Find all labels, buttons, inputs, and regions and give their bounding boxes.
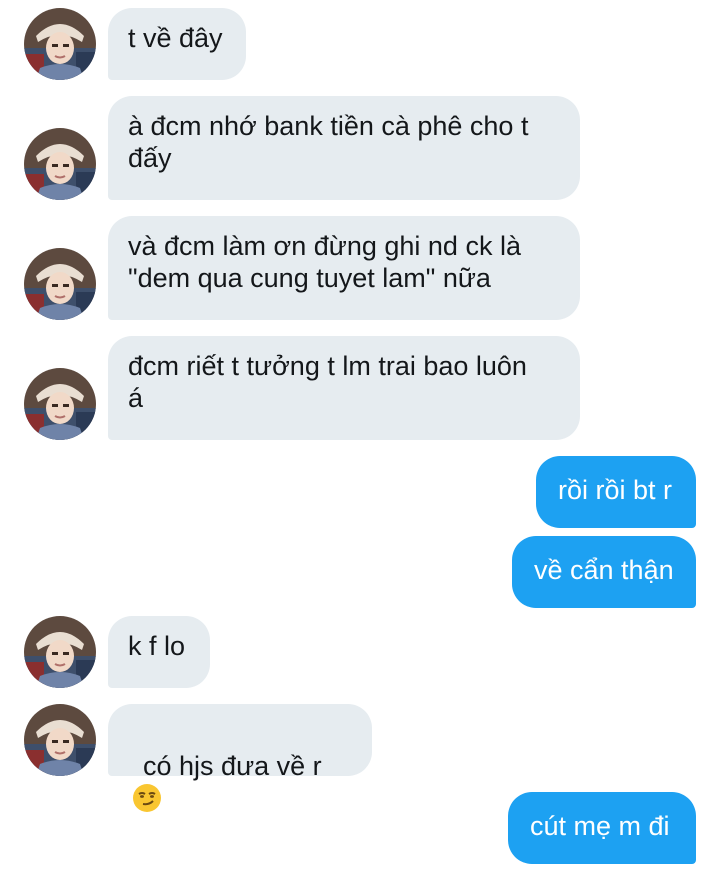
message-bubble-sent[interactable]: rồi rồi bt r <box>536 456 696 528</box>
message-text: có hjs đưa về r <box>143 751 322 781</box>
message-bubble-received[interactable]: và đcm làm ơn đừng ghi nd ck là "dem qua… <box>108 216 580 320</box>
smirking-face-icon <box>132 783 162 820</box>
message-bubble-sent[interactable]: về cẩn thận <box>512 536 696 608</box>
avatar[interactable] <box>24 368 96 440</box>
message-bubble-received[interactable]: có hjs đưa về r <box>108 704 372 812</box>
message-bubble-sent[interactable]: cút mẹ m đi <box>508 792 696 864</box>
avatar[interactable] <box>24 8 96 80</box>
avatar[interactable] <box>24 128 96 200</box>
avatar[interactable] <box>24 248 96 320</box>
message-bubble-received[interactable]: t về đây <box>108 8 246 80</box>
message-bubble-received[interactable]: à đcm nhớ bank tiền cà phê cho t đấy <box>108 96 580 200</box>
message-bubble-received[interactable]: đcm riết t tưởng t lm trai bao luôn á <box>108 336 580 440</box>
avatar[interactable] <box>24 704 96 776</box>
message-bubble-received[interactable]: k f lo <box>108 616 210 688</box>
avatar[interactable] <box>24 616 96 688</box>
